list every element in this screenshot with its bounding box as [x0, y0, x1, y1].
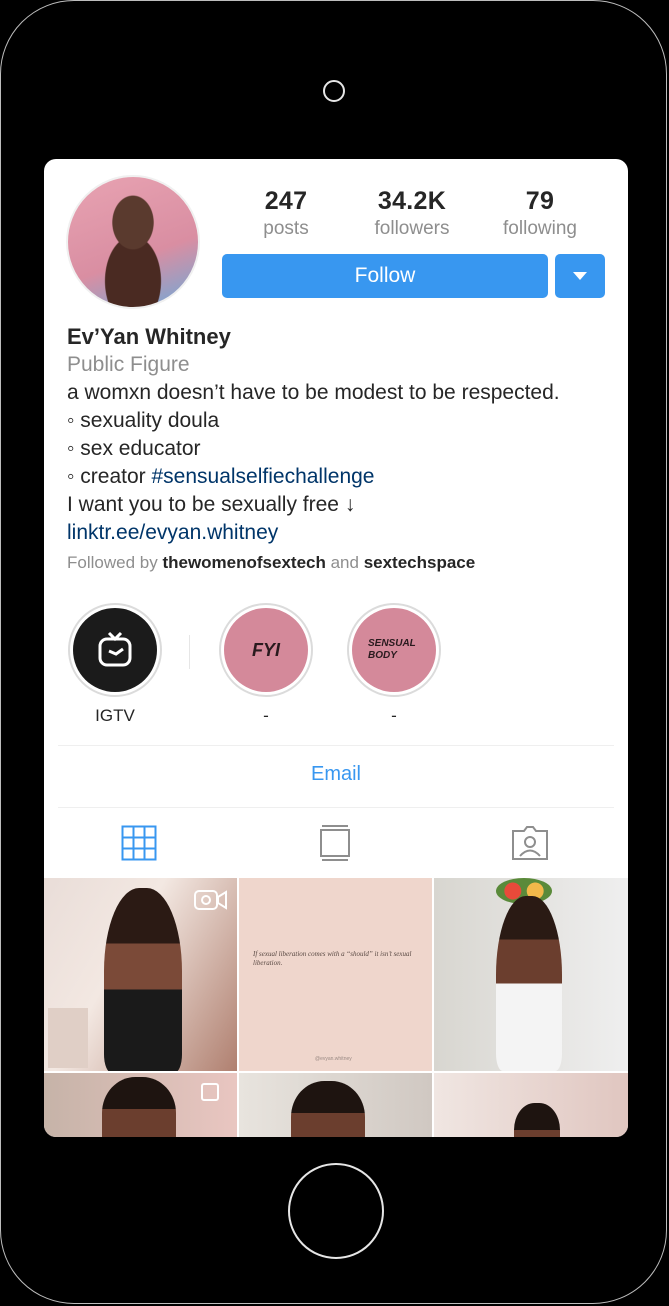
tab-grid[interactable]	[119, 823, 159, 863]
post-thumbnail[interactable]	[44, 1073, 237, 1137]
profile-name: Ev’Yan Whitney	[67, 324, 231, 349]
follow-button[interactable]: Follow	[222, 254, 548, 298]
tab-feed[interactable]	[315, 823, 355, 863]
stat-posts-count: 247	[264, 187, 308, 215]
post-thumbnail[interactable]	[239, 1073, 432, 1137]
highlight-label: -	[263, 706, 269, 725]
stat-followers-count: 34.2K	[377, 187, 447, 215]
highlight-ring	[68, 603, 162, 697]
bio-line-prefix: ◦ creator	[67, 465, 152, 488]
highlight-cover: FYI	[224, 608, 308, 692]
feed-icon	[320, 825, 350, 861]
tab-tagged[interactable]	[510, 823, 550, 863]
stat-posts-label: posts	[263, 218, 309, 239]
bio-line: ◦ creator #sensualselfiechallenge	[67, 463, 617, 491]
bio-line: ◦ sex educator	[67, 437, 201, 460]
stat-posts[interactable]: 247 posts	[231, 187, 341, 240]
phone-frame: 247 posts 34.2K followers 79 following F…	[0, 0, 667, 1304]
home-button[interactable]	[288, 1163, 384, 1259]
profile-tabs	[44, 821, 628, 877]
stat-following[interactable]: 79 following	[485, 187, 595, 240]
email-button[interactable]: Email	[44, 763, 628, 786]
stat-following-count: 79	[525, 187, 555, 215]
highlight-fyi[interactable]: FYI -	[216, 603, 316, 726]
post-thumbnail[interactable]	[434, 878, 628, 1071]
highlight-cover-text: FYI	[251, 639, 280, 660]
followed-by-user-link[interactable]: sextechspace	[364, 553, 476, 572]
post-quote-text: If sexual liberation comes with a “shoul…	[253, 950, 412, 967]
highlight-divider	[189, 635, 190, 669]
chevron-down-icon	[573, 272, 587, 280]
bio-line: ◦ sexuality doula	[67, 409, 220, 432]
profile-avatar[interactable]	[66, 175, 200, 309]
bio-hashtag-link[interactable]: #sensualselfiechallenge	[151, 465, 374, 488]
profile-bio: Ev’Yan Whitney Public Figure a womxn doe…	[67, 323, 617, 577]
post-thumbnail[interactable]: If sexual liberation comes with a “shoul…	[239, 878, 432, 1071]
followed-by: Followed by thewomenofsextech and sextec…	[67, 549, 617, 577]
post-bg-shelf	[48, 1008, 88, 1068]
bio-line: a womxn doesn’t have to be modest to be …	[67, 381, 560, 404]
bio-website-link[interactable]: linktr.ee/evyan.whitney	[67, 519, 617, 547]
profile-screen: 247 posts 34.2K followers 79 following F…	[44, 159, 628, 1137]
highlight-cover-text: SENSUAL BODY	[368, 638, 416, 661]
followed-by-user-link[interactable]: thewomenofsextech	[162, 553, 325, 572]
post-quote-signature: @evyan.whitney	[315, 1056, 352, 1062]
divider	[58, 807, 614, 808]
bio-line: I want you to be sexually free ↓	[67, 493, 356, 516]
highlight-cover	[73, 608, 157, 692]
highlight-ring: SENSUAL BODY	[347, 603, 441, 697]
highlight-label: IGTV	[95, 706, 135, 725]
followed-by-prefix: Followed by	[67, 553, 163, 572]
stat-followers-label: followers	[374, 218, 450, 239]
video-icon	[194, 890, 227, 910]
tagged-icon	[512, 826, 548, 860]
highlight-label: -	[391, 706, 397, 725]
stat-followers[interactable]: 34.2K followers	[357, 187, 467, 240]
post-thumbnail[interactable]	[44, 878, 237, 1071]
profile-category: Public Figure	[67, 353, 190, 376]
igtv-icon	[98, 631, 132, 667]
highlight-cover: SENSUAL BODY	[352, 608, 436, 692]
divider	[58, 745, 614, 746]
highlight-igtv[interactable]: IGTV	[65, 603, 165, 726]
highlight-sensual-body[interactable]: SENSUAL BODY -	[344, 603, 444, 726]
grid-icon	[121, 825, 157, 861]
post-thumbnail[interactable]	[434, 1073, 628, 1137]
front-camera	[323, 80, 345, 102]
carousel-icon	[201, 1083, 219, 1101]
highlight-ring: FYI	[219, 603, 313, 697]
suggested-dropdown-button[interactable]	[555, 254, 605, 298]
followed-by-and: and	[325, 553, 364, 572]
stat-following-label: following	[503, 218, 577, 239]
